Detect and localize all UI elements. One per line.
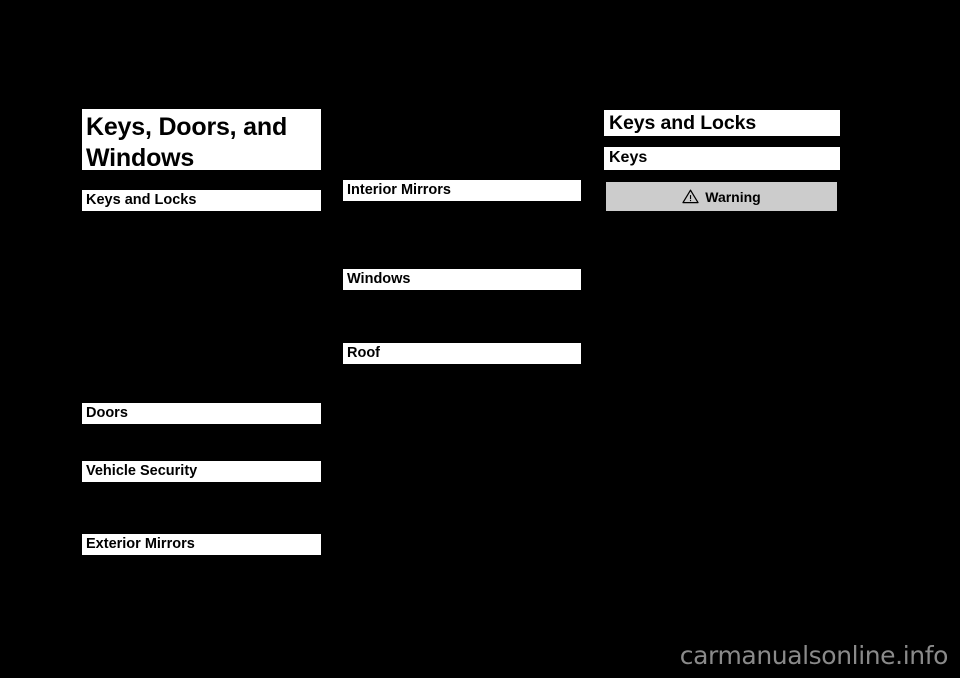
watermark-carmanualsonline: carmanualsonline.info: [679, 641, 949, 670]
section-title-keys-and-locks: Keys and Locks: [604, 110, 840, 136]
warning-callout-box: Warning: [605, 181, 838, 212]
heading-windows[interactable]: Windows: [343, 269, 581, 290]
heading-vehicle-security[interactable]: Vehicle Security: [82, 461, 321, 482]
manual-page: Keys, Doors, and Windows Keys and Locks …: [0, 0, 960, 678]
chapter-title: Keys, Doors, and Windows: [82, 109, 321, 172]
heading-roof[interactable]: Roof: [343, 343, 581, 364]
warning-triangle-icon: [682, 189, 699, 204]
heading-doors[interactable]: Doors: [82, 403, 321, 424]
heading-interior-mirrors[interactable]: Interior Mirrors: [343, 180, 581, 201]
warning-label: Warning: [705, 188, 761, 205]
subsection-title-keys: Keys: [604, 147, 840, 170]
heading-exterior-mirrors[interactable]: Exterior Mirrors: [82, 534, 321, 555]
heading-keys-and-locks[interactable]: Keys and Locks: [82, 190, 321, 211]
